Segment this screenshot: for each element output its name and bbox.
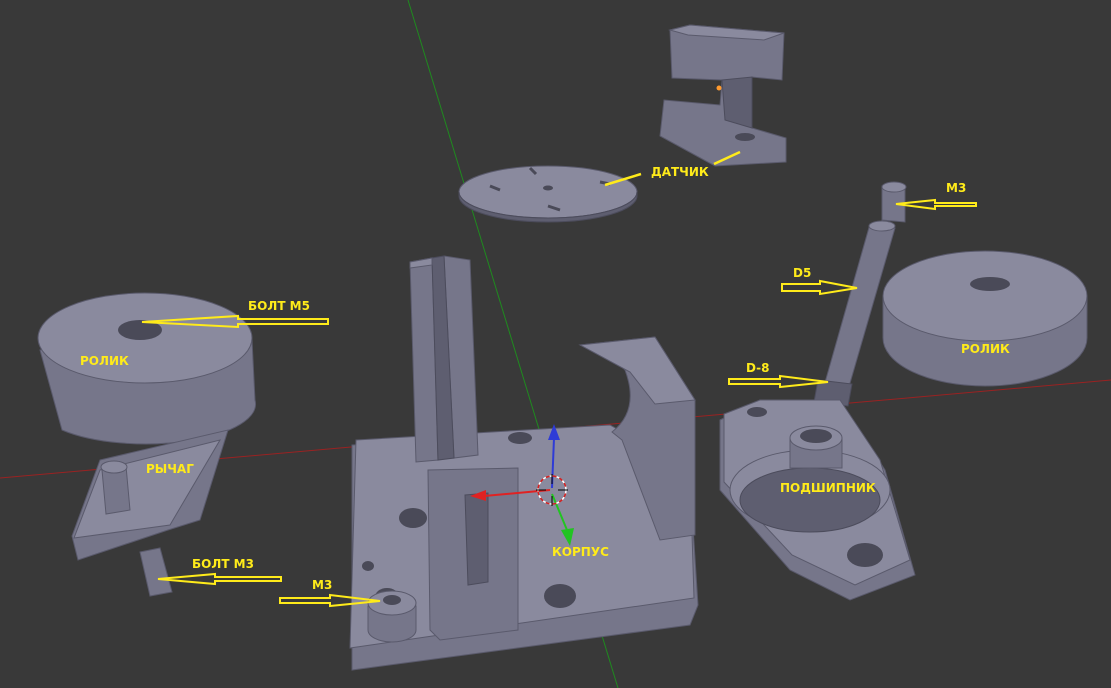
- slotted-disc-object[interactable]: [458, 165, 638, 223]
- label-d8: D-8: [746, 361, 770, 375]
- scene-canvas[interactable]: .body { fill:#76768a; stroke:#5a5a6c; st…: [0, 0, 1111, 688]
- bolt-m3-arrow: [157, 572, 282, 586]
- label-rychag: РЫЧАГ: [146, 462, 194, 476]
- label-bolt-m5: БОЛТ M5: [248, 299, 310, 313]
- bearing-object[interactable]: [719, 399, 916, 601]
- left-roller-object[interactable]: [37, 292, 257, 445]
- label-podshipnik: ПОДШИПНИК: [780, 481, 876, 495]
- 3d-viewport[interactable]: .body { fill:#76768a; stroke:#5a5a6c; st…: [0, 0, 1111, 688]
- m3-top-arrow: [895, 198, 977, 211]
- label-d5: D5: [793, 266, 812, 280]
- d8-arrow: [728, 374, 829, 389]
- d5-arrow: [781, 279, 858, 296]
- lever-object[interactable]: [71, 429, 229, 597]
- label-rolik-right: РОЛИК: [961, 342, 1010, 356]
- housing-object[interactable]: [349, 255, 699, 671]
- label-m3-bottom: M3: [312, 578, 333, 592]
- label-bolt-m3: БОЛТ M3: [192, 557, 254, 571]
- label-korpus: КОРПУС: [552, 545, 609, 559]
- label-m3-top: M3: [946, 181, 967, 195]
- label-rolik-left: РОЛИК: [80, 354, 129, 368]
- label-datchik: ДАТЧИК: [651, 165, 709, 179]
- right-roller-object[interactable]: [882, 250, 1088, 387]
- sensor-bracket-object[interactable]: [659, 24, 787, 167]
